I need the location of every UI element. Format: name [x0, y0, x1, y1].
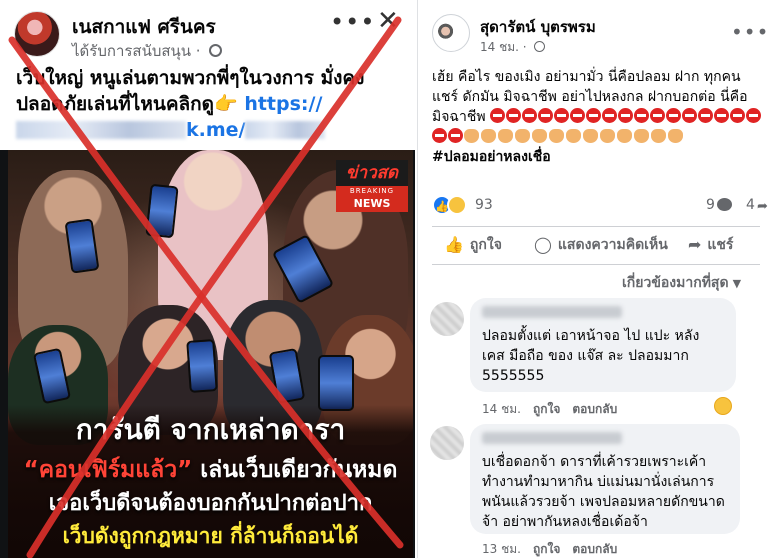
comment-text: ปลอมตั้งแต่ เอาหน้าจอ ไป แปะ หลัง เคส มื…	[482, 328, 700, 384]
pointing-finger-icon	[668, 129, 683, 143]
like-button[interactable]: 👍 ถูกใจ	[444, 234, 502, 260]
pointing-finger-icon	[532, 129, 547, 143]
ad-headline-2: “คอนเฟิร์มแล้ว” เล่นเว็บเดียวกันหมด	[23, 457, 398, 483]
commenter-name-redacted[interactable]	[482, 306, 622, 318]
scam-ad-screenshot: เนสกาแฟ ศรีนคร ได้รับการสนับสนุน · ••• ✕…	[0, 0, 415, 558]
thumbs-up-icon: 👍	[444, 235, 464, 254]
comment-time[interactable]: 14 ชม.	[482, 402, 521, 416]
no-entry-icon	[538, 108, 554, 123]
no-entry-icon	[602, 108, 618, 123]
phone-icon	[318, 355, 354, 411]
comment-meta: 14 ชม. ถูกใจ ตอบกลับ	[482, 400, 617, 419]
comment-sort-dropdown[interactable]: เกี่ยวข้องมากที่สุด ▼	[622, 272, 741, 294]
phone-icon	[186, 339, 218, 393]
comment-bubble: ปลอมตั้งแต่ เอาหน้าจอ ไป แปะ หลัง เคส มื…	[470, 298, 736, 392]
haha-reaction-icon	[447, 195, 467, 215]
pointing-finger-icon	[549, 129, 564, 143]
ad-link-prefix[interactable]: https://	[244, 93, 322, 115]
comment-reply-button[interactable]: ตอบกลับ	[572, 542, 617, 556]
comments-count[interactable]: 9	[706, 197, 715, 213]
sponsored-text: ได้รับการสนับสนุน	[72, 42, 192, 60]
pointing-finger-icon	[464, 129, 479, 143]
pointing-finger-icon	[651, 129, 666, 143]
no-entry-icon	[634, 108, 650, 123]
ad-header-area: เนสกาแฟ ศรีนคร ได้รับการสนับสนุน · ••• ✕…	[0, 0, 415, 150]
no-entry-icon	[746, 108, 762, 123]
commenter-avatar[interactable]	[430, 302, 464, 336]
more-horizontal-icon[interactable]: •••	[330, 8, 375, 36]
pointing-finger-icon	[566, 129, 581, 143]
comment-meta: 13 ชม. ถูกใจ ตอบกลับ	[482, 540, 617, 558]
pointing-finger-icon	[634, 129, 649, 143]
no-entry-icon	[570, 108, 586, 123]
commenter-avatar[interactable]	[430, 426, 464, 460]
pointing-finger-icon	[498, 129, 513, 143]
post-hashtag[interactable]: #ปลอมอย่าหลงเชื่อ	[432, 149, 551, 165]
news-logo: ข่าวสด BREAKING NEWS	[336, 160, 408, 212]
close-icon[interactable]: ✕	[377, 6, 399, 36]
ad-sponsored-label: ได้รับการสนับสนุน ·	[72, 39, 223, 63]
post-timestamp[interactable]: 14 ชม. ·	[480, 38, 546, 57]
comment-like-button[interactable]: ถูกใจ	[533, 542, 560, 556]
reactions-count[interactable]: 93	[475, 197, 493, 213]
no-entry-icon	[618, 108, 634, 123]
post-author-name[interactable]: สุดารัตน์ บุตรพรม	[480, 15, 596, 39]
author-avatar[interactable]	[432, 14, 470, 52]
no-entry-icon	[650, 108, 666, 123]
share-arrow-icon: ➦	[757, 199, 768, 214]
share-icon: ➦	[688, 235, 702, 254]
no-entry-icon	[432, 128, 447, 143]
share-button[interactable]: ➦ แชร์	[688, 234, 733, 260]
ad-link-redacted-2	[245, 121, 326, 139]
no-entry-icon	[698, 108, 714, 123]
no-entry-icon	[714, 108, 730, 123]
comment-bubble-icon	[717, 198, 732, 211]
globe-icon	[534, 41, 546, 52]
pointing-finger-icon	[515, 129, 530, 143]
no-entry-icon	[490, 108, 506, 123]
comment-text: บเชื่อดอกจ้า ดาราที่เค้ารวยเพราะเค้าทำงา…	[482, 454, 725, 530]
ad-page-avatar[interactable]	[14, 11, 60, 57]
pointing-finger-icon	[481, 129, 496, 143]
no-entry-icon	[554, 108, 570, 123]
post-text: เฮ้ย คือไร ของเมิง อย่ามามั่ว นี่คือปลอม…	[432, 67, 766, 167]
no-entry-icon	[522, 108, 538, 123]
phone-icon	[145, 183, 179, 239]
divider	[432, 226, 760, 227]
no-entry-icon	[448, 128, 463, 143]
comment-like-button[interactable]: ถูกใจ	[533, 402, 560, 416]
no-entry-icon	[506, 108, 522, 123]
more-horizontal-icon[interactable]: •••	[731, 20, 769, 44]
ad-link-suffix[interactable]: k.me/	[186, 119, 245, 141]
comment-time[interactable]: 13 ชม.	[482, 542, 521, 556]
facebook-post: สุดารัตน์ บุตรพรม 14 ชม. · ••• เฮ้ย คือไ…	[417, 0, 771, 558]
pointing-finger-icon	[600, 129, 615, 143]
no-entry-icon	[666, 108, 682, 123]
no-entry-icon	[586, 108, 602, 123]
comment-icon: ◯	[534, 235, 552, 254]
comment-button[interactable]: ◯ แสดงความคิดเห็น	[534, 234, 668, 260]
ad-headline-4: เว็บดังถูกกฎหมาย กี่ล้านก็ถอนได้	[62, 524, 359, 548]
no-entry-icon	[682, 108, 698, 123]
comment-reply-button[interactable]: ตอบกลับ	[572, 402, 617, 416]
globe-icon	[209, 44, 223, 57]
reactions-summary[interactable]: 👍 93 9 4 ➦	[432, 195, 768, 217]
comment-bubble: บเชื่อดอกจ้า ดาราที่เค้ารวยเพราะเค้าทำงา…	[470, 424, 740, 534]
shares-count[interactable]: 4	[746, 197, 755, 213]
ad-link-redacted	[16, 121, 186, 139]
haha-reaction-icon[interactable]	[714, 397, 732, 415]
ad-image[interactable]: ข่าวสด BREAKING NEWS การันตี จากเหล่าดาร…	[8, 150, 413, 558]
commenter-name-redacted[interactable]	[482, 432, 622, 444]
chevron-down-icon: ▼	[732, 277, 742, 290]
pointing-finger-icon	[583, 129, 598, 143]
ad-headline-3: เจอเว็บดีจนต้องบอกกันปากต่อปาก	[48, 491, 373, 516]
ad-headline-1: การันตี จากเหล่าดารา	[75, 413, 346, 446]
pointing-finger-icon	[617, 129, 632, 143]
divider	[432, 264, 760, 265]
ad-page-name[interactable]: เนสกาแฟ ศรีนคร	[72, 12, 216, 42]
no-entry-icon	[730, 108, 746, 123]
ad-body-text: เว็บใหญ่ หนูเล่นตามพวกพี่ๆในวงการ มั่งคง…	[16, 65, 406, 143]
